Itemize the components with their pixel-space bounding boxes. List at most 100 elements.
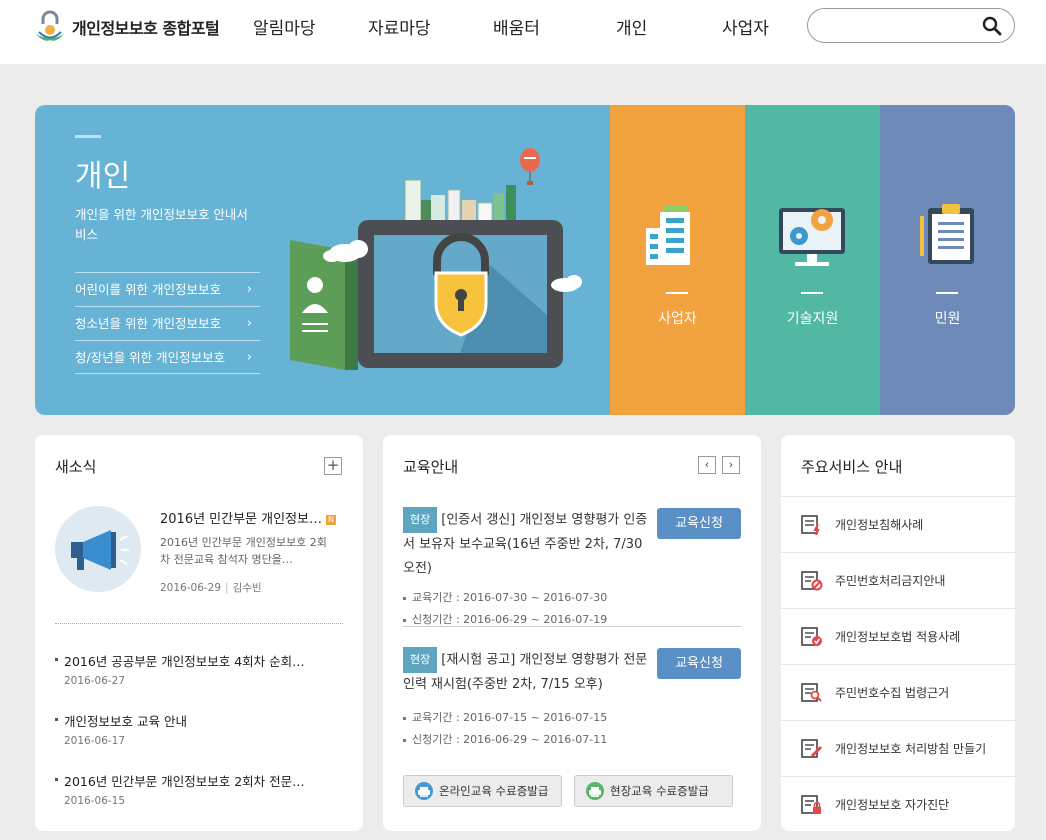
news-feature-title: 2016년 민간부문 개인정보… xyxy=(160,512,322,527)
application-period: 신청기간 : 2016-06-29 ~ 2016-07-11 xyxy=(403,731,607,747)
site-logo[interactable]: 개인정보보호 종합포털 xyxy=(34,10,220,44)
printer-icon xyxy=(415,782,433,800)
clipboard-icon xyxy=(920,204,974,264)
education-apply-button[interactable]: 교육신청 xyxy=(657,648,741,679)
document-edit-icon xyxy=(801,739,823,758)
hero-link-label: 어린이를 위한 개인정보보호 xyxy=(75,282,221,297)
nav-learning[interactable]: 배움터 xyxy=(493,14,540,39)
education-period: 교육기간 : 2016-07-30 ~ 2016-07-30 xyxy=(403,589,607,605)
education-card: 교육안내 ‹ › 현장 [인증서 갱신] 개인정보 영향평가 인증서 보유자 보수… xyxy=(383,435,761,831)
document-alert-icon xyxy=(801,515,820,535)
bullet xyxy=(403,738,406,742)
service-label: 개인정보보호 처리방침 만들기 xyxy=(835,742,987,756)
news-item-date: 2016-06-27 xyxy=(64,675,126,687)
tile-bar xyxy=(666,292,688,294)
hero-title: 개인 xyxy=(75,159,131,194)
offline-certificate-button[interactable]: 현장교육 수료증발급 xyxy=(574,775,733,807)
chevron-right-icon: › xyxy=(246,316,252,331)
megaphone-icon[interactable] xyxy=(55,506,141,592)
news-item-title: 2016년 민간부문 개인정보보호 2회차 전문… xyxy=(64,774,305,789)
service-label: 개인정보보호 자가진단 xyxy=(835,798,950,812)
education-title: 교육안내 xyxy=(403,458,459,476)
chevron-right-icon: › xyxy=(246,350,252,365)
education-next-button[interactable]: › xyxy=(722,456,740,474)
document-check-icon xyxy=(801,627,822,646)
tile-civil-complaint[interactable]: 민원 xyxy=(880,105,1015,415)
search-box xyxy=(807,8,1015,43)
service-item-privacy-policy[interactable]: 개인정보보호 처리방침 만들기 xyxy=(781,720,1015,776)
education-item-link[interactable]: 현장 [재시험 공고] 개인정보 영향평가 전문인력 재시험(주중반 2차, 7/… xyxy=(403,647,648,697)
education-divider xyxy=(403,626,741,627)
education-item-title: [재시험 공고] 개인정보 영향평가 전문인력 재시험(주중반 2차, 7/15… xyxy=(403,652,648,693)
bullet xyxy=(55,658,58,661)
service-item-self-diagnosis[interactable]: 개인정보보호 자가진단 xyxy=(781,776,1015,831)
hero-link-label: 청소년을 위한 개인정보보호 xyxy=(75,316,221,331)
tile-bar xyxy=(936,292,958,294)
tablet-lock-illustration xyxy=(290,148,582,370)
education-period-text: 교육기간 : 2016-07-30 ~ 2016-07-30 xyxy=(412,591,608,604)
news-item-date: 2016-06-15 xyxy=(64,795,126,807)
services-list: 개인정보침해사례 주민번호처리금지안내 개인정보보호법 적용사례 주민번호수집 … xyxy=(781,496,1015,831)
news-item-date: 2016-06-17 xyxy=(64,735,126,747)
chevron-right-icon: › xyxy=(246,282,252,297)
hero-link-youth[interactable]: 청소년을 위한 개인정보보호 › xyxy=(75,306,260,340)
hero-banner: 개인 개인을 위한 개인정보보호 안내서비스 어린이를 위한 개인정보보호 › … xyxy=(35,105,1015,415)
document-ban-icon xyxy=(801,571,823,591)
service-label: 주민번호수집 법령근거 xyxy=(835,686,950,700)
news-feature-link[interactable]: 2016년 민간부문 개인정보… N xyxy=(160,508,336,527)
monitor-gear-icon xyxy=(779,208,845,266)
search-icon[interactable] xyxy=(982,16,1002,36)
education-tag: 현장 xyxy=(403,647,438,673)
services-card: 주요서비스 안내 개인정보침해사례 주민번호처리금지안내 개인정보보호법 적용사… xyxy=(781,435,1015,831)
service-item-law-cases[interactable]: 개인정보보호법 적용사례 xyxy=(781,608,1015,664)
news-divider xyxy=(55,623,343,624)
education-apply-button[interactable]: 교육신청 xyxy=(657,508,741,539)
service-item-resident-ban[interactable]: 주민번호처리금지안내 xyxy=(781,552,1015,608)
offline-certificate-label: 현장교육 수료증발급 xyxy=(610,784,709,798)
site-header: 개인정보보호 종합포털 알림마당 자료마당 배움터 개인 사업자 xyxy=(0,0,1046,64)
education-prev-button[interactable]: ‹ xyxy=(698,456,716,474)
meta-separator: | xyxy=(225,582,229,594)
service-item-infringement[interactable]: 개인정보침해사례 xyxy=(781,496,1015,552)
application-period-text: 신청기간 : 2016-06-29 ~ 2016-07-19 xyxy=(412,613,608,626)
news-title: 새소식 xyxy=(55,458,97,476)
hero-link-adult[interactable]: 청/장년을 위한 개인정보보호 › xyxy=(75,340,260,374)
tile-tech-support[interactable]: 기술지원 xyxy=(745,105,880,415)
news-item-title: 2016년 공공부문 개인정보보호 4회차 순회… xyxy=(64,654,305,669)
nav-business[interactable]: 사업자 xyxy=(722,14,769,39)
news-feature-author: 김수빈 xyxy=(232,582,262,594)
hero-link-label: 청/장년을 위한 개인정보보호 xyxy=(75,350,226,365)
hero-title-bar xyxy=(75,135,101,138)
bullet xyxy=(403,596,406,600)
tile-label: 기술지원 xyxy=(786,311,839,327)
bullet xyxy=(403,716,406,720)
search-input[interactable] xyxy=(824,15,974,37)
tile-business[interactable]: 사업자 xyxy=(610,105,745,415)
lock-person-logo-icon xyxy=(36,10,64,41)
service-label: 주민번호처리금지안내 xyxy=(835,574,946,588)
news-more-button[interactable]: + xyxy=(324,457,342,475)
news-feature-meta: 2016-06-29 | 김수빈 xyxy=(160,580,262,595)
bullet xyxy=(403,618,406,622)
printer-icon xyxy=(586,782,604,800)
application-period-text: 신청기간 : 2016-06-29 ~ 2016-07-11 xyxy=(412,733,608,746)
service-item-legal-basis[interactable]: 주민번호수집 법령근거 xyxy=(781,664,1015,720)
hero-link-list: 어린이를 위한 개인정보보호 › 청소년을 위한 개인정보보호 › 청/장년을 … xyxy=(75,272,260,374)
education-tag: 현장 xyxy=(403,507,438,533)
education-item-link[interactable]: 현장 [인증서 갱신] 개인정보 영향평가 인증서 보유자 보수교육(16년 주중… xyxy=(403,507,648,581)
new-badge: N xyxy=(326,514,336,525)
education-item-title: [인증서 갱신] 개인정보 영향평가 인증서 보유자 보수교육(16년 주중반 … xyxy=(403,512,648,577)
nav-notice[interactable]: 알림마당 xyxy=(253,14,316,39)
hero-link-children[interactable]: 어린이를 위한 개인정보보호 › xyxy=(75,272,260,306)
online-certificate-button[interactable]: 온라인교육 수료증발급 xyxy=(403,775,562,807)
news-feature-date: 2016-06-29 xyxy=(160,582,222,594)
building-icon xyxy=(646,205,690,265)
application-period: 신청기간 : 2016-06-29 ~ 2016-07-19 xyxy=(403,611,607,627)
document-search-icon xyxy=(801,683,822,702)
bullet xyxy=(55,718,58,721)
nav-personal[interactable]: 개인 xyxy=(616,14,647,39)
document-lock-icon xyxy=(801,795,821,814)
nav-resources[interactable]: 자료마당 xyxy=(368,14,431,39)
bullet xyxy=(55,778,58,781)
hero-description: 개인을 위한 개인정보보호 안내서비스 xyxy=(75,207,248,242)
